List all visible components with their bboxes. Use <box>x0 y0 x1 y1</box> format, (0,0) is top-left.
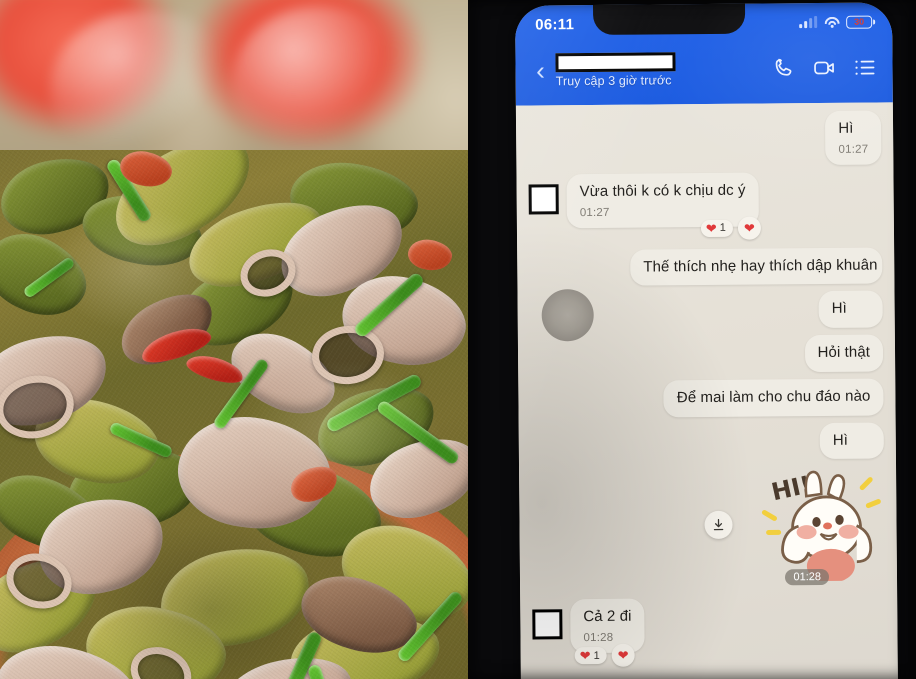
add-reaction-button[interactable]: ❤ <box>611 643 635 667</box>
message-bubble-outgoing[interactable]: Hì <box>818 290 883 329</box>
message-row: Hỏi thật <box>530 334 884 374</box>
heart-icon: ❤ <box>705 220 717 236</box>
wifi-icon <box>824 16 840 28</box>
message-text: Để mai làm cho chu đáo nào <box>676 387 871 407</box>
peer-name-redacted-box <box>555 51 676 72</box>
tomato-highlight-right <box>232 6 407 161</box>
message-row: Thế thích nhẹ hay thích dập khuân <box>529 246 883 287</box>
peer-info[interactable]: Truy cập 3 giờ trước <box>553 51 772 88</box>
message-text: Hì <box>838 119 854 137</box>
message-row: Để mai làm cho chu đáo nào <box>530 378 884 418</box>
sticker-time: 01:28 <box>785 569 830 586</box>
phone-photo-panel: 06:11 30 ‹ Truy cập 3 giờ trước Hì 01:27… <box>468 0 916 679</box>
chat-header-actions <box>772 55 880 80</box>
message-text: Hỏi thật <box>817 343 871 362</box>
avatar-placeholder-circle <box>541 288 594 342</box>
phone-notch <box>592 2 746 35</box>
message-time: 01:27 <box>838 143 869 156</box>
bunny-hi-sticker[interactable]: HI! 01:28 <box>744 466 885 586</box>
message-time: 01:28 <box>583 631 614 645</box>
heart-icon: ❤ <box>743 220 755 236</box>
phone-call-icon[interactable] <box>772 56 796 80</box>
message-text: Hì <box>832 431 849 449</box>
phone-screen: 06:11 30 ‹ Truy cập 3 giờ trước Hì 01:27… <box>514 2 899 679</box>
download-arrow-icon[interactable] <box>704 510 733 539</box>
chat-message-list[interactable]: Hì 01:27 Vừa thôi k có k chịu dc ý 01:27… <box>515 102 899 679</box>
tomato-highlight-left <box>50 10 240 170</box>
video-camera-icon[interactable] <box>812 56 836 80</box>
status-time: 06:11 <box>535 15 575 33</box>
reaction-count: 1 <box>719 221 726 234</box>
message-text: Vừa thôi k có k chịu dc ý <box>579 181 746 200</box>
peer-last-seen: Truy cập 3 giờ trước <box>555 72 672 88</box>
battery-level-label: 30 <box>854 16 865 27</box>
message-text: Cả 2 đi <box>583 607 632 626</box>
signal-bars-icon <box>799 15 818 28</box>
message-bubble-outgoing[interactable]: Hì <box>819 421 884 460</box>
message-text: Thế thích nhẹ hay thích dập khuân <box>643 256 878 276</box>
message-bubble-outgoing[interactable]: Thế thích nhẹ hay thích dập khuân <box>630 246 883 286</box>
heart-icon: ❤ <box>617 647 629 663</box>
message-row: Cả 2 đi 01:28 ❤ 1 ❤ <box>532 597 885 667</box>
add-reaction-button[interactable]: ❤ <box>737 216 761 240</box>
food-photo-panel <box>0 0 468 679</box>
message-row: Hì <box>531 421 884 462</box>
heart-icon: ❤ <box>579 648 591 664</box>
reaction-group: ❤ 1 ❤ <box>700 216 761 240</box>
battery-icon: 30 <box>846 15 873 29</box>
back-chevron-icon[interactable]: ‹ <box>527 53 553 87</box>
message-bubble-outgoing[interactable]: Hì 01:27 <box>825 110 882 165</box>
screenshot-stage: 06:11 30 ‹ Truy cập 3 giờ trước Hì 01:27… <box>0 0 916 679</box>
reaction-pill[interactable]: ❤ 1 <box>700 219 733 237</box>
message-row: Vừa thôi k có k chịu dc ý 01:27 ❤ 1 ❤ <box>528 171 881 240</box>
chat-header-bar: 06:11 30 ‹ Truy cập 3 giờ trước <box>514 2 893 106</box>
message-bubble-incoming[interactable]: Vừa thôi k có k chịu dc ý 01:27 ❤ 1 ❤ <box>566 172 761 240</box>
message-bubble-incoming[interactable]: Cả 2 đi 01:28 ❤ 1 ❤ <box>570 598 645 667</box>
list-menu-icon[interactable] <box>852 56 876 80</box>
avatar-redacted <box>528 183 559 215</box>
chat-header-row: ‹ Truy cập 3 giờ trước <box>515 36 893 101</box>
message-text: Hì <box>831 300 847 318</box>
reaction-pill[interactable]: ❤ 1 <box>574 646 607 665</box>
reaction-group: ❤ 1 ❤ <box>574 643 635 668</box>
message-bubble-outgoing[interactable]: Hỏi thật <box>804 334 884 372</box>
avatar-redacted <box>532 609 563 640</box>
message-row: Hì 01:27 <box>528 110 882 167</box>
message-bubble-outgoing[interactable]: Để mai làm cho chu đáo nào <box>663 378 884 417</box>
status-indicators: 30 <box>799 15 873 29</box>
stir-fry-dish <box>0 150 468 679</box>
sticker-row: HI! 01:28 <box>531 466 885 586</box>
reaction-count: 1 <box>593 649 600 662</box>
